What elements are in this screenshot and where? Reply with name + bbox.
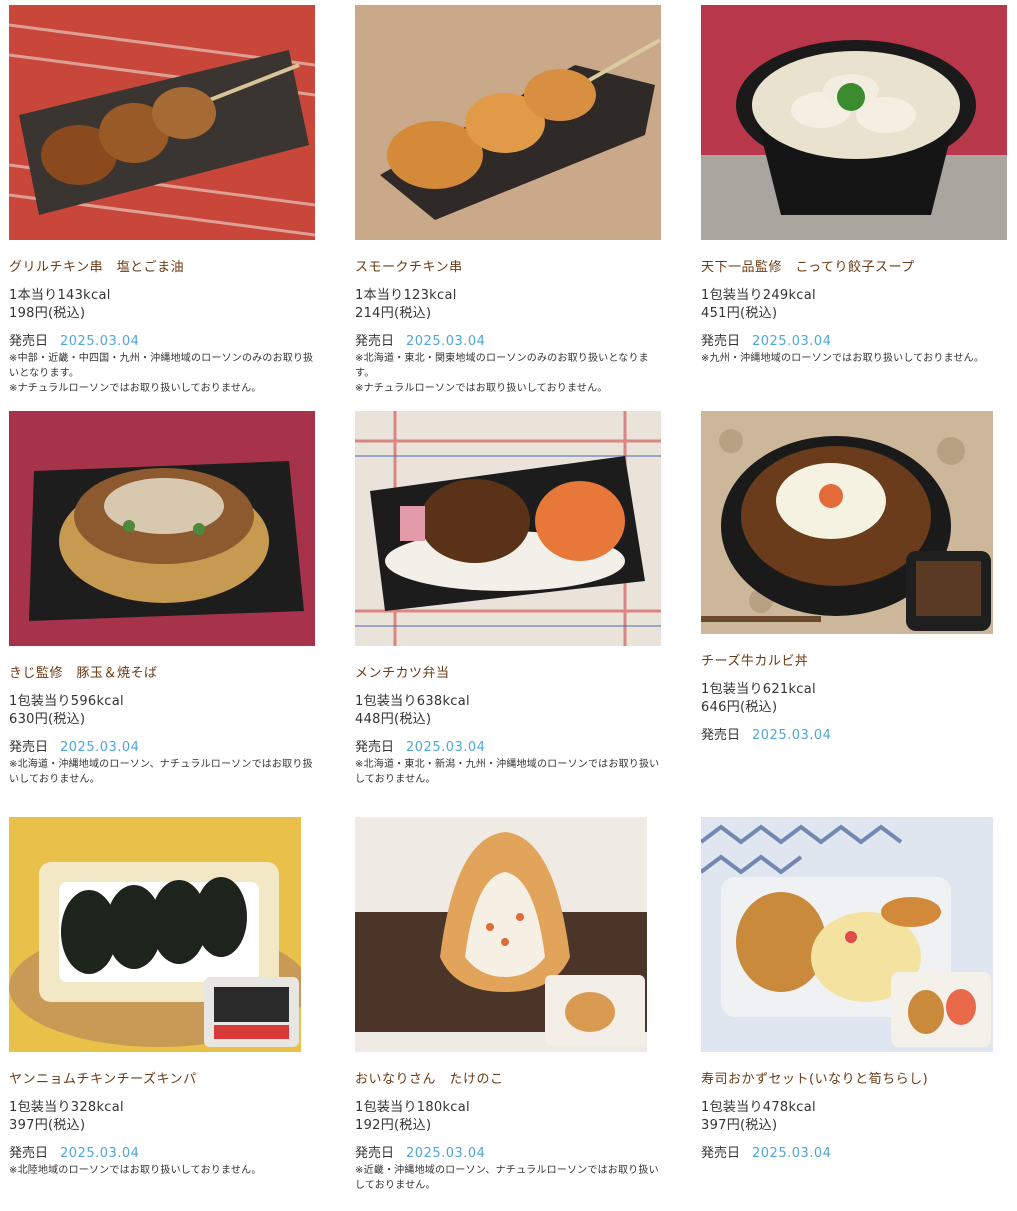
product-kcal: 1包装当り638kcal xyxy=(355,694,470,709)
release-row: 発売日 2025.03.04 xyxy=(701,1145,1007,1163)
release-date: 2025.03.04 xyxy=(406,1146,486,1161)
product-kcal: 1本当り123kcal xyxy=(355,288,457,303)
release-row: 発売日 2025.03.04 xyxy=(701,727,1007,745)
product-grid: グリルチキン串 塩とごま油 1本当り143kcal 198円(税込) 発売日 20… xyxy=(9,5,1007,1211)
product-card: スモークチキン串 1本当り123kcal 214円(税込) 発売日 2025.03… xyxy=(355,5,661,405)
yangnyeom-kimbap-photo xyxy=(9,817,301,1052)
product-note: ※北海道・沖縄地域のローソン、ナチュラルローソンではお取り扱いしておりません。 xyxy=(9,759,313,785)
product-card: チーズ牛カルビ丼 1包装当り621kcal 646円(税込) 発売日 2025.0… xyxy=(701,411,1007,811)
release-label: 発売日 xyxy=(9,740,49,755)
product-price: 451円(税込) xyxy=(701,306,778,321)
product-card: メンチカツ弁当 1包装当り638kcal 448円(税込) 発売日 2025.03… xyxy=(355,411,661,811)
release-date: 2025.03.04 xyxy=(406,334,486,349)
product-name[interactable]: スモークチキン串 xyxy=(355,259,661,277)
product-price: 192円(税込) xyxy=(355,1118,432,1133)
product-photo-link[interactable] xyxy=(9,411,315,646)
release-label: 発売日 xyxy=(701,728,741,743)
release-label: 発売日 xyxy=(9,1146,49,1161)
product-note: ※ナチュラルローソンではお取り扱いしておりません。 xyxy=(9,383,262,394)
cheese-beef-kalbi-bowl-photo xyxy=(701,411,993,634)
release-row: 発売日 2025.03.04 xyxy=(355,739,661,757)
product-price: 214円(税込) xyxy=(355,306,432,321)
product-price: 198円(税込) xyxy=(9,306,86,321)
product-price: 646円(税込) xyxy=(701,700,778,715)
product-photo-link[interactable] xyxy=(355,5,661,240)
product-price: 630円(税込) xyxy=(9,712,86,727)
product-note: ※近畿・沖縄地域のローソン、ナチュラルローソンではお取り扱いしておりません。 xyxy=(355,1165,659,1191)
product-note: ※北海道・東北・新潟・九州・沖縄地域のローソンではお取り扱いしておりません。 xyxy=(355,759,660,785)
release-label: 発売日 xyxy=(701,1146,741,1161)
smoked-chicken-skewer-photo xyxy=(355,5,661,240)
product-photo-link[interactable] xyxy=(355,817,647,1052)
product-name[interactable]: チーズ牛カルビ丼 xyxy=(701,653,1007,671)
product-kcal: 1包装当り621kcal xyxy=(701,682,816,697)
product-price: 397円(税込) xyxy=(9,1118,86,1133)
product-card: おいなりさん たけのこ 1包装当り180kcal 192円(税込) 発売日 202… xyxy=(355,817,661,1211)
product-note: ※北海道・東北・関東地域のローソンのみのお取り扱いとなります。 xyxy=(355,353,649,379)
inari-takenoko-photo xyxy=(355,817,647,1052)
product-kcal: 1包装当り249kcal xyxy=(701,288,816,303)
product-name[interactable]: メンチカツ弁当 xyxy=(355,665,661,683)
release-label: 発売日 xyxy=(355,334,395,349)
product-photo-link[interactable] xyxy=(9,817,301,1052)
product-photo-link[interactable] xyxy=(701,5,1007,240)
product-card: 天下一品監修 こってり餃子スープ 1包装当り249kcal 451円(税込) 発… xyxy=(701,5,1007,405)
product-card: ヤンニョムチキンチーズキンパ 1包装当り328kcal 397円(税込) 発売日… xyxy=(9,817,315,1211)
product-note: ※北陸地域のローソンではお取り扱いしておりません。 xyxy=(9,1165,262,1176)
product-card: きじ監修 豚玉＆焼そば 1包装当り596kcal 630円(税込) 発売日 202… xyxy=(9,411,315,811)
product-photo-link[interactable] xyxy=(701,411,993,634)
product-photo-link[interactable] xyxy=(355,411,661,646)
release-date: 2025.03.04 xyxy=(60,1146,140,1161)
product-price: 397円(税込) xyxy=(701,1118,778,1133)
product-card: 寿司おかずセット(いなりと筍ちらし) 1包装当り478kcal 397円(税込)… xyxy=(701,817,1007,1211)
menchikatsu-bento-photo xyxy=(355,411,661,646)
release-label: 発売日 xyxy=(9,334,49,349)
product-kcal: 1包装当り478kcal xyxy=(701,1100,816,1115)
okonomiyaki-yakisoba-photo xyxy=(9,411,315,646)
product-name[interactable]: 天下一品監修 こってり餃子スープ xyxy=(701,259,1007,277)
release-label: 発売日 xyxy=(355,1146,395,1161)
dumpling-soup-photo xyxy=(701,5,1007,240)
product-name[interactable]: ヤンニョムチキンチーズキンパ xyxy=(9,1071,315,1089)
product-kcal: 1本当り143kcal xyxy=(9,288,111,303)
release-label: 発売日 xyxy=(701,334,741,349)
release-row: 発売日 2025.03.04 xyxy=(9,333,315,351)
product-note: ※ナチュラルローソンではお取り扱いしておりません。 xyxy=(355,383,608,394)
release-date: 2025.03.04 xyxy=(752,728,832,743)
product-name[interactable]: きじ監修 豚玉＆焼そば xyxy=(9,665,315,683)
product-note: ※中部・近畿・中四国・九州・沖縄地域のローソンのみのお取り扱いとなります。 xyxy=(9,353,314,379)
release-date: 2025.03.04 xyxy=(406,740,486,755)
release-row: 発売日 2025.03.04 xyxy=(701,333,1007,351)
product-card: グリルチキン串 塩とごま油 1本当り143kcal 198円(税込) 発売日 20… xyxy=(9,5,315,405)
product-photo-link[interactable] xyxy=(701,817,993,1052)
release-row: 発売日 2025.03.04 xyxy=(355,1145,661,1163)
product-note: ※九州・沖縄地域のローソンではお取り扱いしておりません。 xyxy=(701,353,985,364)
release-row: 発売日 2025.03.04 xyxy=(9,739,315,757)
release-date: 2025.03.04 xyxy=(60,334,140,349)
sushi-okazu-set-photo xyxy=(701,817,993,1052)
release-date: 2025.03.04 xyxy=(60,740,140,755)
product-kcal: 1包装当り328kcal xyxy=(9,1100,124,1115)
product-price: 448円(税込) xyxy=(355,712,432,727)
product-kcal: 1包装当り180kcal xyxy=(355,1100,470,1115)
product-name[interactable]: グリルチキン串 塩とごま油 xyxy=(9,259,315,277)
grilled-chicken-skewer-photo xyxy=(9,5,315,240)
product-photo-link[interactable] xyxy=(9,5,315,240)
product-name[interactable]: おいなりさん たけのこ xyxy=(355,1071,661,1089)
product-kcal: 1包装当り596kcal xyxy=(9,694,124,709)
release-label: 発売日 xyxy=(355,740,395,755)
product-name[interactable]: 寿司おかずセット(いなりと筍ちらし) xyxy=(701,1071,1007,1089)
release-row: 発売日 2025.03.04 xyxy=(9,1145,315,1163)
release-date: 2025.03.04 xyxy=(752,1146,832,1161)
release-date: 2025.03.04 xyxy=(752,334,832,349)
release-row: 発売日 2025.03.04 xyxy=(355,333,661,351)
